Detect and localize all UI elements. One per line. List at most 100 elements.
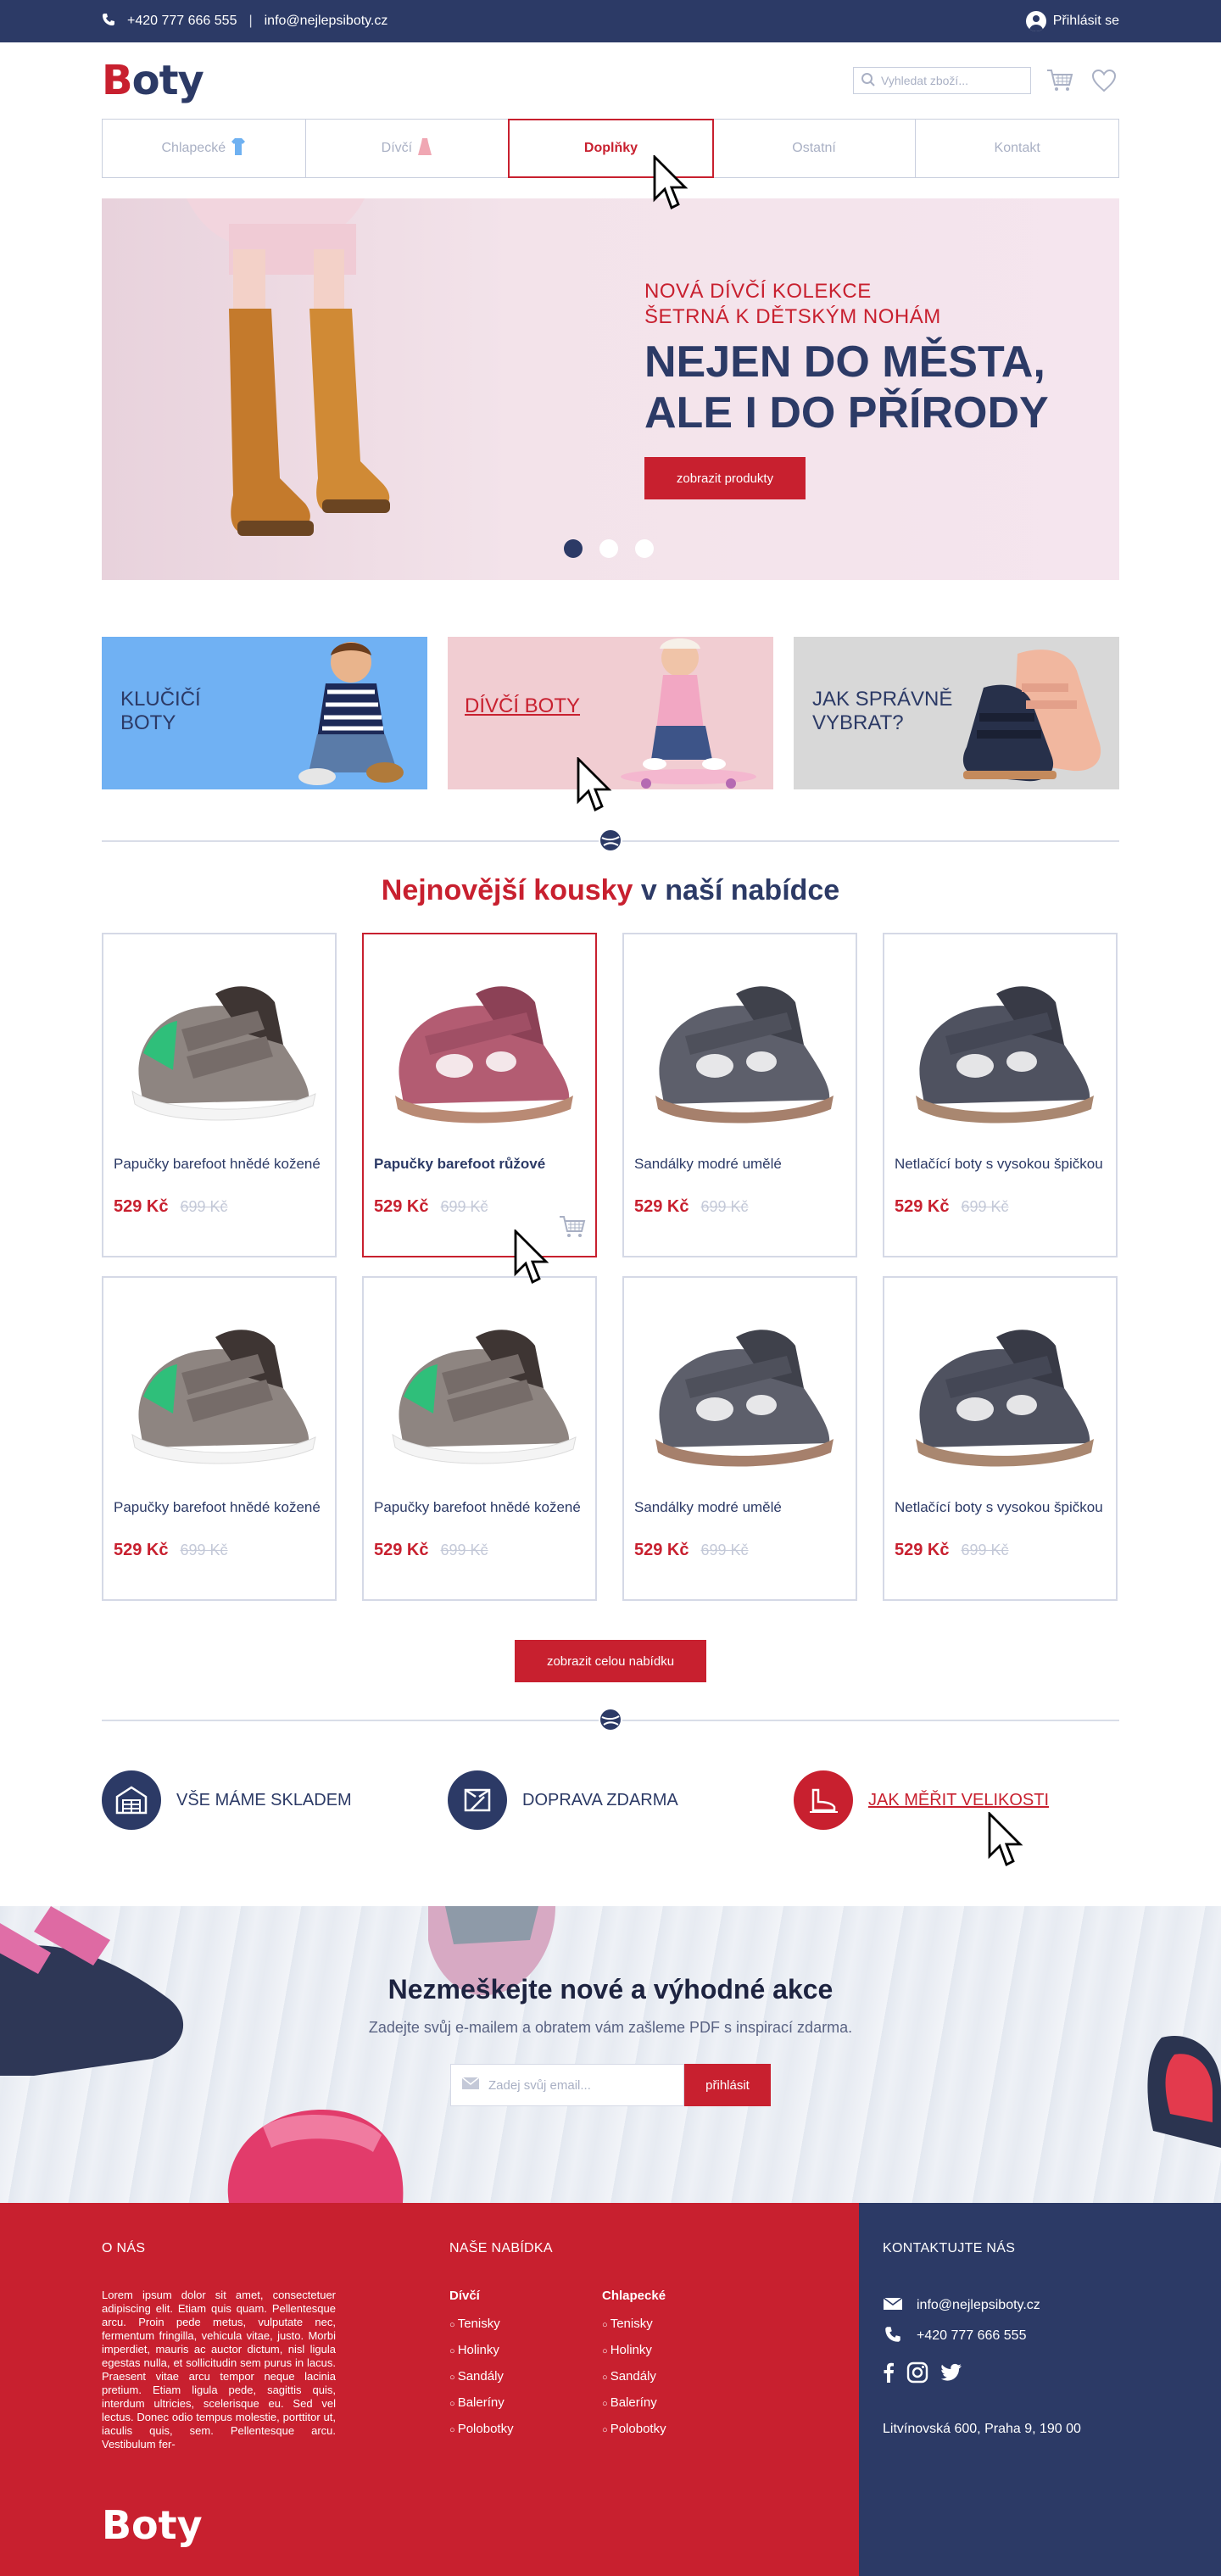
product-prices: 529 Kč 699 Kč <box>103 1192 335 1217</box>
product-price: 529 Kč <box>114 1541 169 1559</box>
warehouse-icon <box>102 1770 161 1830</box>
footer-link[interactable]: Sandály <box>602 2364 755 2390</box>
topbar-phone-link[interactable]: +420 777 666 555 <box>127 14 237 29</box>
topbar-email-link[interactable]: info@nejlepsiboty.cz <box>265 14 388 29</box>
footer-link[interactable]: Baleríny <box>449 2390 602 2417</box>
product-price: 529 Kč <box>374 1541 429 1559</box>
footer-boys-heading: Chlapecké <box>602 2289 666 2303</box>
product-image <box>103 934 335 1155</box>
heart-icon[interactable] <box>1089 65 1119 96</box>
feature-label: JAK MĚŘIT VELIKOSTI <box>868 1790 1050 1809</box>
footer-link[interactable]: Tenisky <box>602 2311 755 2338</box>
footer-phone-link[interactable]: +420 777 666 555 <box>917 2328 1026 2344</box>
product-name: Papučky barefoot hnědé kožené <box>114 1156 321 1172</box>
slider-dots <box>564 539 654 558</box>
footer-girls-heading: Dívčí <box>449 2289 480 2303</box>
section-divider <box>102 823 1119 857</box>
user-icon <box>1025 11 1046 31</box>
ball-icon <box>599 828 622 852</box>
product-image <box>364 1278 595 1498</box>
more-wrap: zobrazit celou nabídku <box>0 1640 1221 1682</box>
nav-item-divci[interactable]: Dívčí <box>306 120 510 177</box>
nav-label: Chlapecké <box>161 141 226 155</box>
product-name: Papučky barefoot růžové <box>374 1156 546 1172</box>
product-card[interactable]: Papučky barefoot hnědé kožené 529 Kč 699… <box>362 1276 597 1601</box>
add-to-cart-icon[interactable] <box>558 1214 587 1244</box>
footer-email-link[interactable]: info@nejlepsiboty.cz <box>917 2298 1040 2313</box>
footer-logo[interactable]: Boty <box>102 2502 203 2548</box>
login-link[interactable]: Přihlásit se <box>1025 11 1119 31</box>
envelope-icon <box>461 2077 480 2094</box>
topbar-separator: | <box>248 14 253 28</box>
product-card[interactable]: Papučky barefoot hnědé kožené 529 Kč 699… <box>102 1276 337 1601</box>
site-logo[interactable]: Boty <box>102 57 204 104</box>
hero-subtitle-line-1: NOVÁ DÍVČÍ KOLEKCE <box>644 280 872 303</box>
tile-boys-shoes[interactable]: KLUČIČÍ BOTY <box>102 637 427 789</box>
subscribe-button[interactable]: přihlásit <box>684 2064 771 2106</box>
site-footer: O NÁS Lorem ipsum dolor sit amet, consec… <box>0 2203 1221 2576</box>
slider-dot[interactable] <box>564 539 583 558</box>
slider-dot[interactable] <box>599 539 618 558</box>
nav-item-ostatni[interactable]: Ostatní <box>713 120 917 177</box>
product-name: Papučky barefoot hnědé kožené <box>114 1499 321 1515</box>
product-card[interactable]: Sandálky modré umělé 529 Kč 699 Kč <box>622 933 857 1257</box>
footer-address: Litvínovská 600, Praha 9, 190 00 <box>883 2422 1081 2436</box>
product-price: 529 Kč <box>895 1197 950 1216</box>
product-price: 529 Kč <box>895 1541 950 1559</box>
footer-link[interactable]: Sandály <box>449 2364 602 2390</box>
footer-link[interactable]: Baleríny <box>602 2390 755 2417</box>
hero-subtitle-line-2: ŠETRNÁ K DĚTSKÝM NOHÁM <box>644 305 941 328</box>
nav-item-doplnky[interactable]: Doplňky <box>508 119 714 178</box>
product-price: 529 Kč <box>634 1541 689 1559</box>
product-card[interactable]: Netlačící boty s vysokou špičkou 529 Kč … <box>883 1276 1118 1601</box>
category-tiles: KLUČIČÍ BOTY DÍVČÍ BOTY JAK SPRÁVNĚ VYBRAT… <box>102 637 1119 789</box>
main-nav: Chlapecké Dívčí Doplňky Ostatní Kontakt <box>102 119 1119 178</box>
twitter-icon[interactable] <box>940 2363 962 2386</box>
social-links <box>883 2361 1221 2388</box>
footer-link[interactable]: Holinky <box>602 2338 755 2364</box>
tile-label: KLUČIČÍ BOTY <box>120 688 201 734</box>
newsletter-content: Nezmeškejte nové a výhodné akce Zadejte … <box>0 1974 1221 2106</box>
logo-letter-b: B <box>102 57 133 104</box>
product-image <box>624 1278 856 1498</box>
footer-link[interactable]: Polobotky <box>602 2417 755 2443</box>
nav-item-chlapecke[interactable]: Chlapecké <box>103 120 306 177</box>
footer-about-heading: O NÁS <box>102 2241 146 2255</box>
girl-dress-icon <box>417 137 432 160</box>
product-card[interactable]: Papučky barefoot hnědé kožené 529 Kč 699… <box>102 933 337 1257</box>
search-input[interactable]: Vyhledat zboží... <box>853 67 1031 94</box>
cart-icon[interactable] <box>1045 65 1075 96</box>
tile-how-to-choose[interactable]: JAK SPRÁVNĚ VYBRAT? <box>794 637 1119 789</box>
product-image <box>884 934 1116 1155</box>
show-all-button[interactable]: zobrazit celou nabídku <box>515 1640 706 1682</box>
hero-girl-boots-image <box>187 198 390 536</box>
boy-photo <box>298 642 404 785</box>
site-header: Boty Vyhledat zboží... <box>102 42 1119 119</box>
tile-girls-shoes[interactable]: DÍVČÍ BOTY <box>448 637 773 789</box>
newsletter-email-input[interactable]: Zadej svůj email... <box>450 2064 684 2106</box>
instagram-icon[interactable] <box>906 2361 928 2388</box>
product-card[interactable]: Sandálky modré umělé 529 Kč 699 Kč <box>622 1276 857 1601</box>
product-image <box>364 934 595 1155</box>
product-shoe-image <box>394 986 573 1124</box>
product-old-price: 699 Kč <box>961 1198 1009 1215</box>
footer-red-part: O NÁS Lorem ipsum dolor sit amet, consec… <box>0 2203 859 2576</box>
product-shoe-image <box>915 1330 1094 1467</box>
product-card[interactable]: Papučky barefoot růžové 529 Kč 699 Kč <box>362 933 597 1257</box>
product-shoe-image <box>131 1330 316 1464</box>
newsletter-title: Nezmeškejte nové a výhodné akce <box>387 1974 834 2004</box>
footer-link[interactable]: Holinky <box>449 2338 602 2364</box>
footer-email-row: info@nejlepsiboty.cz <box>883 2290 1221 2321</box>
hero-title-line-2: ALE I DO PŘÍRODY <box>644 388 1049 438</box>
show-products-button[interactable]: zobrazit produkty <box>644 457 806 499</box>
facebook-icon[interactable] <box>883 2362 895 2387</box>
footer-link[interactable]: Tenisky <box>449 2311 602 2338</box>
product-price: 529 Kč <box>114 1197 169 1216</box>
footer-boys-column: Chlapecké Tenisky Holinky Sandály Balerí… <box>602 2289 755 2443</box>
email-placeholder: Zadej svůj email... <box>488 2077 591 2093</box>
slider-dot[interactable] <box>635 539 654 558</box>
nav-item-kontakt[interactable]: Kontakt <box>916 120 1118 177</box>
footer-link[interactable]: Polobotky <box>449 2417 602 2443</box>
product-card[interactable]: Netlačící boty s vysokou špičkou 529 Kč … <box>883 933 1118 1257</box>
feature-size-guide[interactable]: JAK MĚŘIT VELIKOSTI <box>794 1770 1119 1830</box>
